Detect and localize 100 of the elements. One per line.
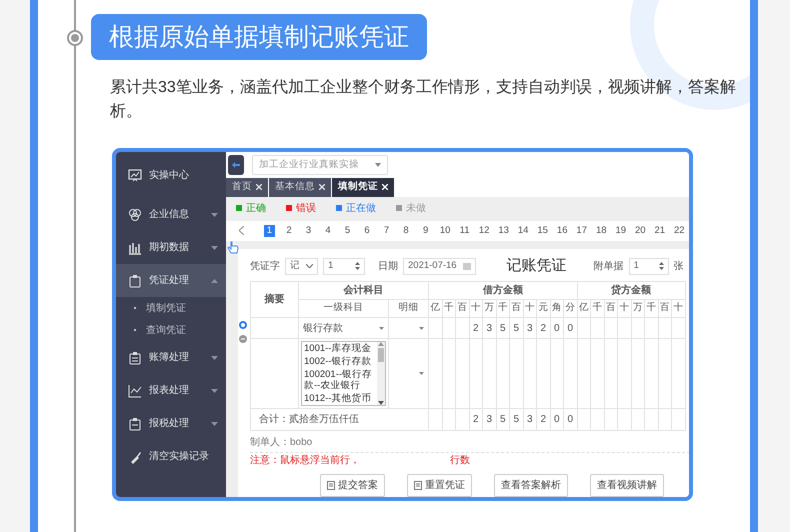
sidebar-item[interactable]: 清空实操记录 bbox=[116, 440, 226, 473]
digit-cell: 2 bbox=[536, 408, 550, 430]
legend-item: 错误 bbox=[296, 203, 316, 214]
sidebar-item[interactable]: 期初数据 bbox=[116, 231, 226, 264]
page-button[interactable]: 18 bbox=[591, 224, 611, 237]
table-header: 摘要 bbox=[250, 282, 298, 318]
legend-item: 正在做 bbox=[346, 203, 376, 214]
digit-cell: 3 bbox=[482, 318, 496, 338]
word-select[interactable]: 记 bbox=[285, 258, 318, 274]
attachment-label: 附单据 bbox=[594, 260, 624, 274]
legend-item: 未做 bbox=[406, 203, 426, 214]
page-button[interactable]: 19 bbox=[610, 224, 630, 237]
table-header: 贷方金额 bbox=[577, 282, 686, 300]
table-header: 借方金额 bbox=[428, 282, 578, 300]
table-header: 会计科目 bbox=[298, 282, 428, 300]
word-label: 凭证字 bbox=[250, 260, 280, 274]
page-button[interactable]: 1 bbox=[264, 224, 276, 237]
listbox-option[interactable]: 1001--库存现金 bbox=[304, 342, 375, 355]
unit-header: 亿 bbox=[577, 300, 591, 318]
attachment-field[interactable]: 1 bbox=[628, 258, 669, 274]
digit-cell: 2 bbox=[469, 318, 482, 338]
account-listbox[interactable]: 1001--库存现金 1002--银行存款 100201--银行存款--农业银行 1012--其他货币 bbox=[301, 341, 386, 406]
unit-header: 十 bbox=[469, 300, 482, 318]
sidebar-item[interactable]: 账簿处理 bbox=[116, 341, 226, 374]
unit-header: 百 bbox=[510, 300, 523, 318]
page-button[interactable]: 14 bbox=[513, 224, 533, 237]
unit-header: 亿 bbox=[428, 300, 442, 318]
unit-header: 千 bbox=[590, 300, 604, 318]
page-button[interactable]: 21 bbox=[650, 224, 670, 237]
digit-cell: 0 bbox=[564, 408, 578, 430]
sidebar-subitem[interactable]: 查询凭证 bbox=[116, 319, 226, 341]
sidebar-item[interactable]: 企业信息 bbox=[116, 198, 226, 231]
unit-header: 十 bbox=[523, 300, 536, 318]
tab[interactable]: 基本信息 bbox=[269, 178, 332, 196]
sidebar-item[interactable]: 报税处理 bbox=[116, 407, 226, 440]
digit-cell: 0 bbox=[550, 318, 564, 338]
unit-header: 百 bbox=[658, 300, 672, 318]
sidebar-item[interactable]: 实操中心 bbox=[116, 152, 226, 198]
page-button[interactable]: 22 bbox=[670, 224, 689, 237]
digit-cell: 2 bbox=[536, 318, 550, 338]
voucher-title: 记账凭证 bbox=[506, 256, 567, 276]
page-button[interactable]: 12 bbox=[474, 224, 494, 237]
digit-cell: 5 bbox=[510, 408, 523, 430]
sidebar-item[interactable]: 凭证处理 bbox=[116, 264, 226, 297]
unit-header: 万 bbox=[482, 300, 496, 318]
action-button[interactable]: 查看视频讲解 bbox=[590, 474, 664, 497]
unit-header: 元 bbox=[536, 300, 550, 318]
unit-header: 分 bbox=[564, 300, 578, 318]
page-button[interactable]: 9 bbox=[416, 224, 436, 237]
note-text: 注意：鼠标悬浮当前行， bbox=[250, 454, 360, 468]
digit-cell: 5 bbox=[496, 318, 510, 338]
page-button[interactable]: 5 bbox=[338, 224, 358, 237]
note-text: 行数 bbox=[450, 454, 470, 468]
page-button[interactable]: 11 bbox=[454, 224, 474, 237]
page-button[interactable]: 8 bbox=[396, 224, 416, 237]
page-button[interactable]: 4 bbox=[318, 224, 338, 237]
listbox-option[interactable]: 100201--银行存款--农业银行 bbox=[304, 368, 375, 392]
tab[interactable]: 首页 bbox=[226, 178, 269, 196]
sidebar-subitem[interactable]: 填制凭证 bbox=[116, 297, 226, 319]
unit-header: 百 bbox=[456, 300, 469, 318]
table-header: 一级科目 bbox=[298, 300, 388, 318]
action-button[interactable]: 提交答案 bbox=[320, 474, 385, 497]
account-select[interactable]: 银行存款 bbox=[300, 318, 388, 338]
page-button[interactable]: 7 bbox=[376, 224, 396, 237]
action-button[interactable]: 重置凭证 bbox=[407, 474, 472, 497]
unit-header: 十 bbox=[618, 300, 632, 318]
date-field[interactable]: 2021-07-16 bbox=[403, 258, 476, 274]
page-button[interactable]: 6 bbox=[357, 224, 377, 237]
section-title: 根据原始单据填制记账凭证 bbox=[91, 14, 427, 60]
maker-text: 制单人：bobo bbox=[250, 436, 314, 450]
unit-header: 千 bbox=[496, 300, 510, 318]
page-button[interactable]: 20 bbox=[630, 224, 650, 237]
page-button[interactable]: 16 bbox=[552, 224, 572, 237]
page-button[interactable]: 15 bbox=[532, 224, 552, 237]
sidebar-item[interactable]: 报表处理 bbox=[116, 374, 226, 407]
digit-cell: 0 bbox=[550, 408, 564, 430]
page-button[interactable]: 10 bbox=[435, 224, 455, 237]
digit-cell: 2 bbox=[469, 408, 482, 430]
total-text: 合计：贰拾叁万伍仟伍 bbox=[259, 414, 359, 425]
listbox-option[interactable]: 1012--其他货币 bbox=[304, 392, 375, 405]
table-header: 明细 bbox=[388, 300, 428, 318]
unit-header: 千 bbox=[644, 300, 658, 318]
date-label: 日期 bbox=[378, 260, 398, 274]
unit-header: 十 bbox=[672, 300, 686, 318]
listbox-option[interactable]: 1002--银行存款 bbox=[304, 355, 375, 368]
digit-cell: 0 bbox=[564, 318, 578, 338]
page-button[interactable]: 13 bbox=[494, 224, 514, 237]
digit-cell: 3 bbox=[523, 408, 536, 430]
digit-cell: 3 bbox=[482, 408, 496, 430]
unit-header: 万 bbox=[631, 300, 645, 318]
tab[interactable]: 填制凭证 bbox=[332, 178, 395, 196]
digit-cell: 5 bbox=[496, 408, 510, 430]
page-button[interactable]: 2 bbox=[279, 224, 299, 237]
number-field[interactable]: 1 bbox=[323, 258, 365, 274]
attachment-unit: 张 bbox=[674, 260, 684, 274]
action-button[interactable]: 查看答案解析 bbox=[494, 474, 568, 497]
unit-header: 角 bbox=[550, 300, 564, 318]
page-button[interactable]: 3 bbox=[298, 224, 318, 237]
description-text: 累计共33笔业务，涵盖代加工企业整个财务工作情形，支持自动判误，视频讲解，答案解析。 bbox=[110, 77, 737, 122]
page-button[interactable]: 17 bbox=[572, 224, 592, 237]
